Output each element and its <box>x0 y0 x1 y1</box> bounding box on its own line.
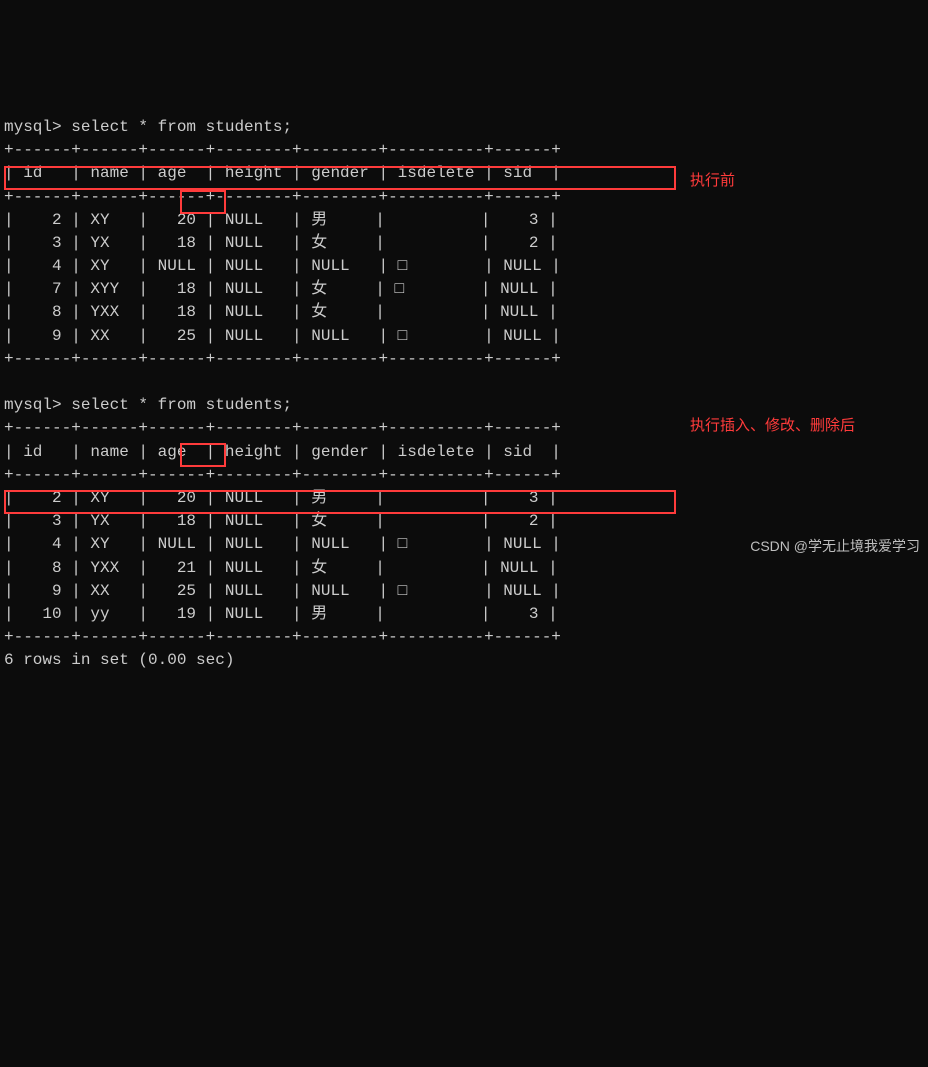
table-sep: +------+------+------+--------+--------+… <box>4 141 561 159</box>
annotation-before: 执行前 <box>690 170 735 192</box>
table-sep: +------+------+------+--------+--------+… <box>4 419 561 437</box>
table-row: | 4 | XY | NULL | NULL | NULL | □ | NULL… <box>4 257 561 275</box>
table-sep: +------+------+------+--------+--------+… <box>4 188 561 206</box>
table-row: | 2 | XY | 20 | NULL | 男 | | 3 | <box>4 211 558 229</box>
table-sep: +------+------+------+--------+--------+… <box>4 628 561 646</box>
table-row: | 3 | YX | 18 | NULL | 女 | | 2 | <box>4 512 558 530</box>
table-row: | 8 | YXX | 21 | NULL | 女 | | NULL | <box>4 559 558 577</box>
table-row: | 2 | XY | 20 | NULL | 男 | | 3 | <box>4 489 558 507</box>
table-row: | 3 | YX | 18 | NULL | 女 | | 2 | <box>4 234 558 252</box>
table-sep: +------+------+------+--------+--------+… <box>4 466 561 484</box>
annotation-after: 执行插入、修改、删除后 <box>690 415 855 437</box>
table-row: | 8 | YXX | 18 | NULL | 女 | | NULL | <box>4 303 558 321</box>
mysql-prompt-2[interactable]: mysql> select * from students; <box>4 396 292 414</box>
table-row: | 9 | XX | 25 | NULL | NULL | □ | NULL | <box>4 327 561 345</box>
table-row: | 7 | XYY | 18 | NULL | 女 | □ | NULL | <box>4 280 558 298</box>
table-header: | id | name | age | height | gender | is… <box>4 164 561 182</box>
table-row: | 4 | XY | NULL | NULL | NULL | □ | NULL… <box>4 535 561 553</box>
mysql-prompt-1[interactable]: mysql> select * from students; <box>4 118 292 136</box>
table-header: | id | name | age | height | gender | is… <box>4 443 561 461</box>
table-row: | 10 | yy | 19 | NULL | 男 | | 3 | <box>4 605 558 623</box>
table-row: | 9 | XX | 25 | NULL | NULL | □ | NULL | <box>4 582 561 600</box>
terminal-output: mysql> select * from students; +------+-… <box>0 93 928 673</box>
result-footer: 6 rows in set (0.00 sec) <box>4 651 234 669</box>
table-sep: +------+------+------+--------+--------+… <box>4 350 561 368</box>
watermark: CSDN @学无止境我爱学习 <box>750 536 920 556</box>
